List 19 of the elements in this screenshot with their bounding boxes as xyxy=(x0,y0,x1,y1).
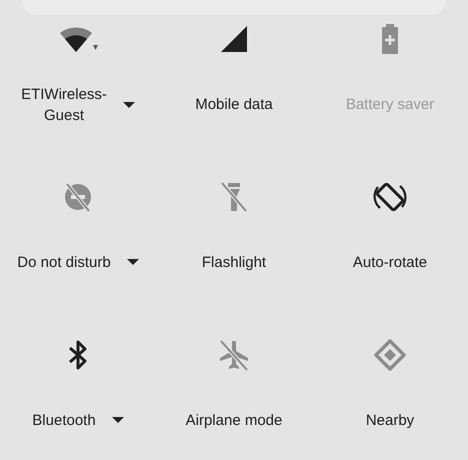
tile-label[interactable]: Airplane mode xyxy=(186,410,282,430)
battery-plus-icon xyxy=(381,24,399,54)
tile-label[interactable]: Nearby xyxy=(366,410,414,430)
dropdown-caret-icon[interactable] xyxy=(122,102,135,108)
tile-label[interactable]: ETIWireless- Guest xyxy=(21,84,107,126)
bluetooth-icon xyxy=(67,340,89,370)
tile-label[interactable]: Flashlight xyxy=(202,252,266,272)
cellular-signal-icon xyxy=(220,25,248,53)
tile-label[interactable]: Mobile data xyxy=(195,94,273,114)
tile-label[interactable]: Do not disturb xyxy=(17,252,111,272)
tile-label[interactable]: Auto-rotate xyxy=(352,252,428,272)
dropdown-caret-icon[interactable] xyxy=(112,417,124,423)
wifi-icon xyxy=(58,25,98,53)
do-not-disturb-off-icon xyxy=(62,181,94,213)
airplane-off-icon xyxy=(218,339,250,371)
dropdown-caret-icon[interactable] xyxy=(126,259,139,265)
diamond-icon xyxy=(374,339,406,371)
flashlight-off-icon xyxy=(218,181,250,213)
tile-label[interactable]: Bluetooth xyxy=(32,410,96,430)
